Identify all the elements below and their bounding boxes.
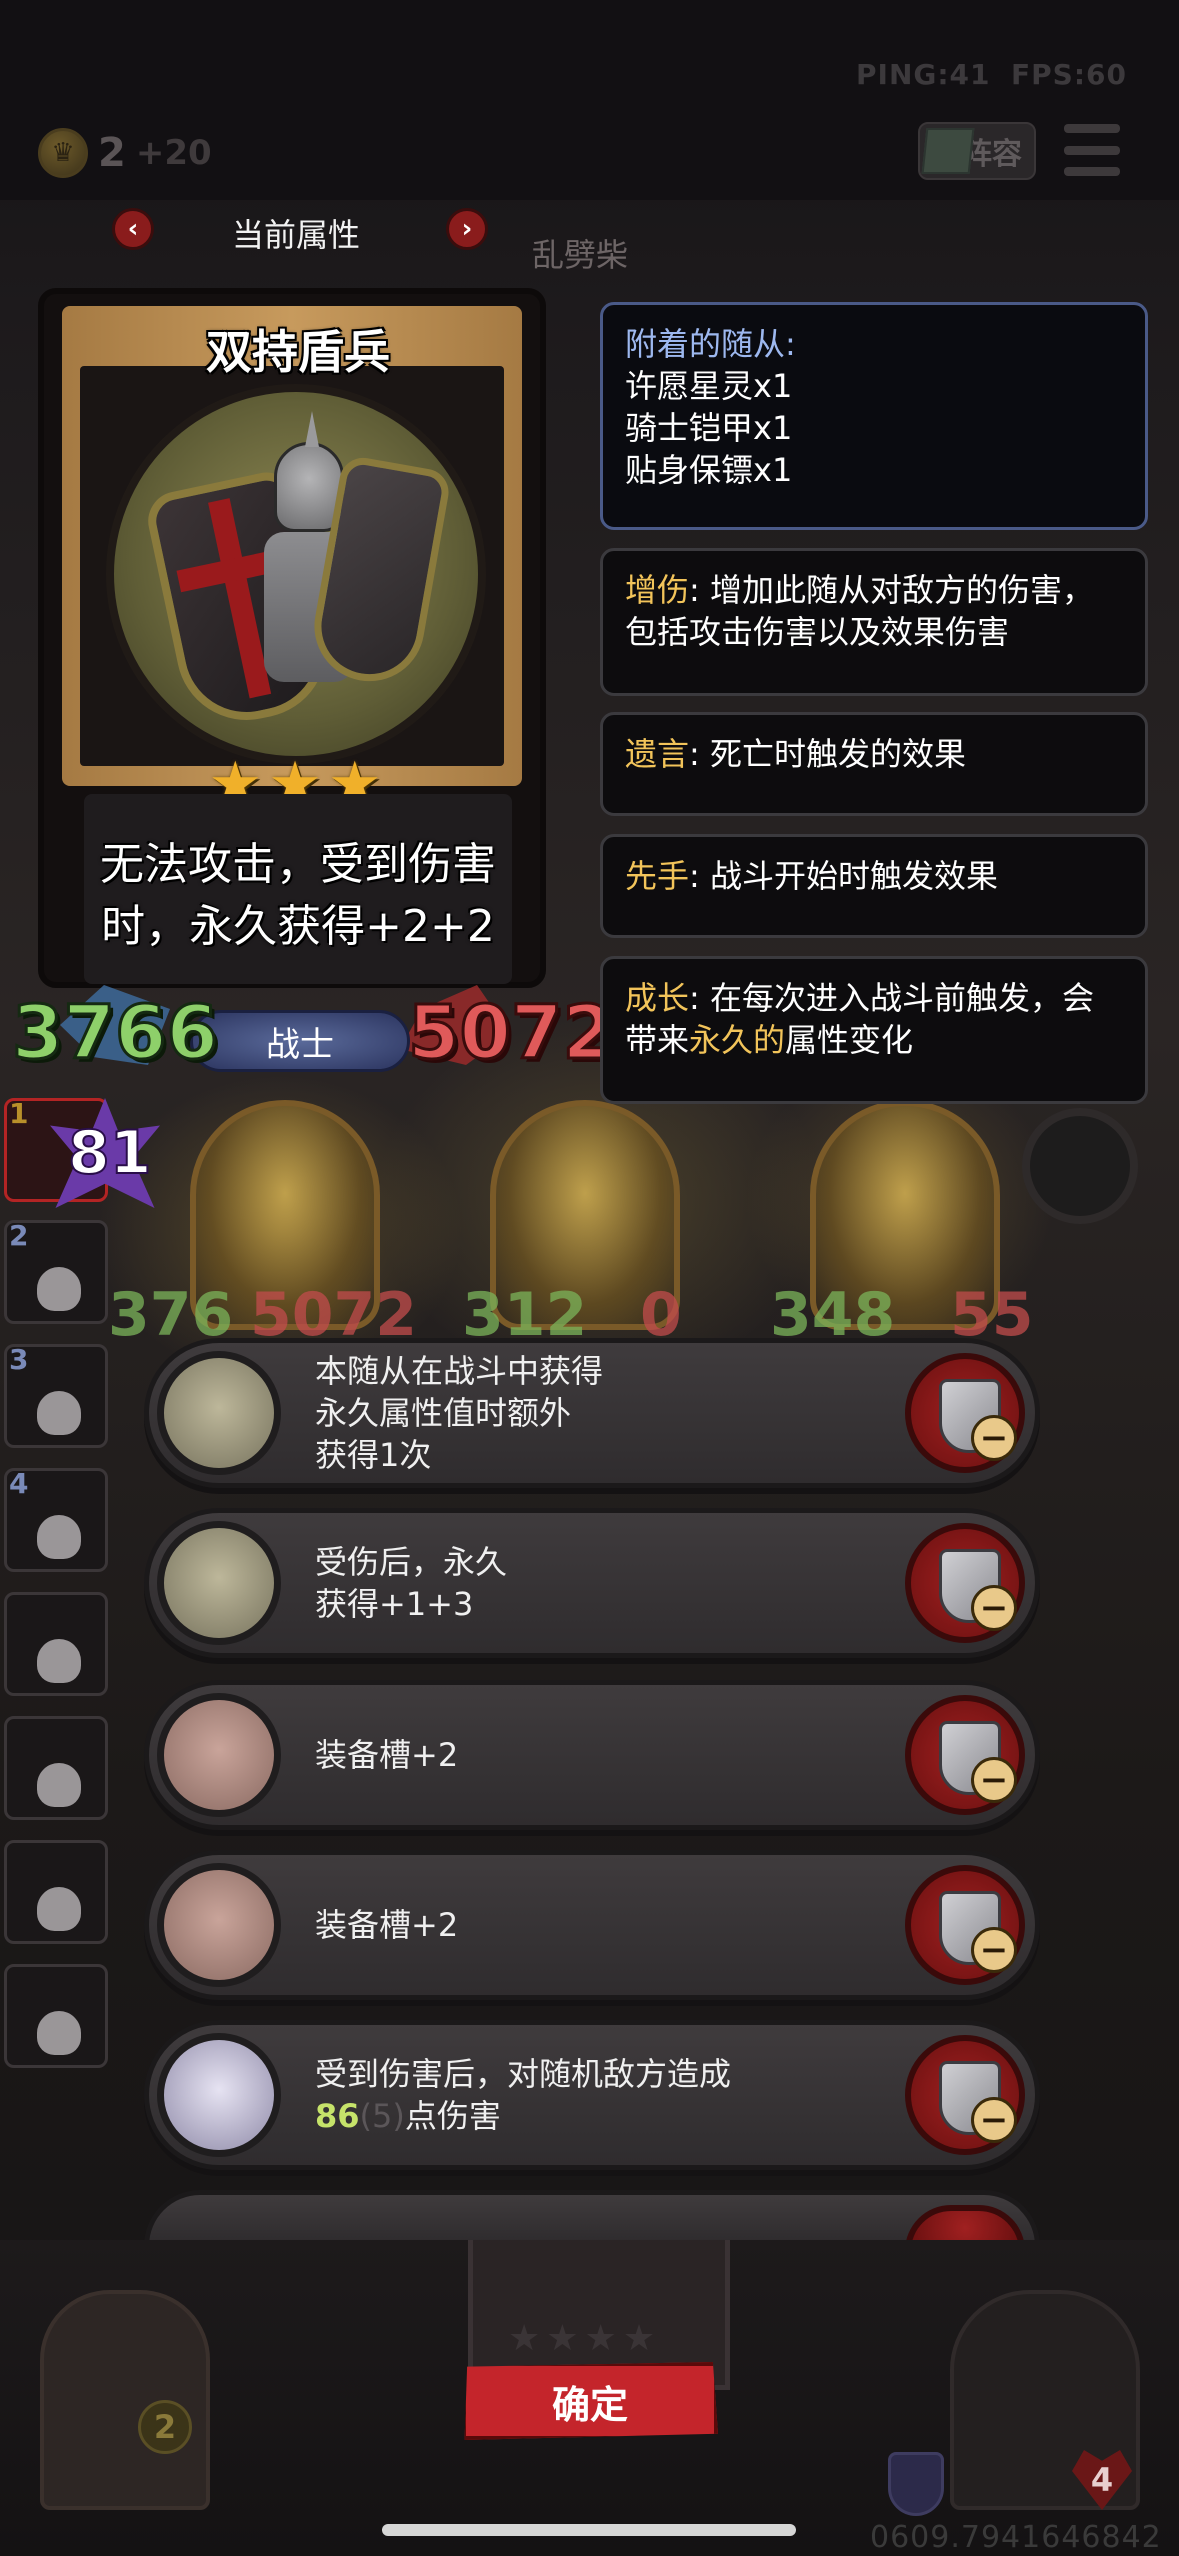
keyword-term: 增伤 (625, 571, 690, 609)
equipment-row[interactable]: 受伤后，永久 获得+1+3 − (144, 1508, 1040, 1658)
board-name-label: 乱劈柴 (532, 236, 629, 274)
attached-minions-panel: 附着的随从: 许愿星灵x1 骑士铠甲x1 贴身保镖x1 (600, 302, 1148, 530)
fps-readout: FPS:60 (1011, 58, 1127, 91)
equipment-description: 受伤后，永久 获得+1+3 (315, 1543, 508, 1623)
minus-icon: − (971, 2097, 1017, 2143)
equipment-description: 装备槽+2 (315, 1736, 459, 1774)
remove-equipment-button[interactable]: − (905, 1865, 1025, 1985)
skull-icon (37, 1391, 81, 1435)
damage-base: (5) (359, 2097, 405, 2135)
sidebar-slot[interactable] (4, 1964, 108, 2068)
currency-display: ♛ 2 +20 (38, 128, 212, 178)
session-id: 0609.7941646842 (870, 2520, 1162, 2555)
class-badge: 战士 (190, 1010, 410, 1072)
minus-icon: − (971, 1757, 1017, 1803)
sidebar-slot[interactable]: 2 (4, 1219, 108, 1324)
card-name: 双持盾兵 (206, 325, 390, 379)
skull-icon (37, 1267, 81, 1311)
skull-icon (37, 1887, 81, 1931)
health-stat: 5072 (407, 989, 616, 1078)
card-portrait (106, 384, 486, 764)
home-indicator[interactable] (382, 2524, 796, 2536)
properties-title: 当前属性 (232, 216, 361, 254)
menu-icon[interactable] (1064, 124, 1120, 176)
keyword-term: 成长 (625, 979, 690, 1017)
remove-equipment-button[interactable]: − (905, 1523, 1025, 1643)
equipment-description: 受到伤害后，对随机敌方造成 86(5)点伤害 (315, 2055, 732, 2135)
pig-sack-icon (157, 1693, 281, 1817)
equipment-row[interactable]: 本随从在战斗中获得 永久属性值时额外 获得1次 − (144, 1338, 1040, 1488)
attached-item: 骑士铠甲x1 (625, 409, 793, 447)
lineup-button[interactable]: 阵容 (918, 122, 1036, 180)
equipment-description: 装备槽+2 (315, 1906, 459, 1944)
remove-equipment-button[interactable]: − (905, 1353, 1025, 1473)
keyword-tooltip: 先手: 战斗开始时触发效果 (600, 834, 1148, 938)
remove-equipment-button[interactable]: − (905, 1695, 1025, 1815)
ping-readout: PING:41 (856, 58, 991, 91)
coin-amount: 2 (98, 130, 126, 176)
minion-card: 双持盾兵 ★★★ 无法攻击，受到伤害 时，永久获得+2+2 (38, 288, 546, 988)
attached-item: 贴身保镖x1 (625, 451, 793, 489)
sidebar-slot[interactable]: 3 (4, 1343, 108, 1448)
armor-icon (888, 2452, 944, 2516)
damage-value: 86 (315, 2097, 360, 2135)
skull-icon (37, 1515, 81, 1559)
minus-icon: − (971, 1415, 1017, 1461)
minus-icon: − (971, 1585, 1017, 1631)
crown-ring-icon (157, 1351, 281, 1475)
keyword-tooltip: 遗言: 死亡时触发的效果 (600, 712, 1148, 816)
candelabra-icon (157, 1521, 281, 1645)
skull-icon (37, 1639, 81, 1683)
equipment-description: 本随从在战斗中获得 永久属性值时额外 获得1次 (315, 1352, 604, 1474)
tier-value: 81 (67, 1117, 152, 1189)
keyword-tooltip: 成长: 在每次进入战斗前触发，会 带来永久的属性变化 (600, 956, 1148, 1104)
attack-stat: 3766 (11, 989, 220, 1078)
equipment-row[interactable]: 装备槽+2 − (144, 1850, 1040, 2000)
equipment-row[interactable]: 装备槽+2 − (144, 1680, 1040, 1830)
remove-equipment-button[interactable]: − (905, 2035, 1025, 2155)
keyword-term: 先手 (625, 857, 690, 895)
attached-title: 附着的随从: (625, 325, 796, 363)
skull-icon (37, 2011, 81, 2055)
equipment-row-partial[interactable] (144, 2190, 1040, 2251)
sidebar-slot[interactable]: 4 (4, 1467, 108, 1572)
sidebar-slot[interactable] (4, 1716, 108, 1820)
attached-item: 许愿星灵x1 (625, 367, 793, 405)
next-arrow-button[interactable]: › (446, 208, 488, 250)
card-description: 无法攻击，受到伤害 时，永久获得+2+2 (100, 839, 496, 952)
sidebar-slot[interactable] (4, 1840, 108, 1944)
crystal-icon (157, 2033, 281, 2157)
pig-sack-icon (157, 1863, 281, 1987)
confirm-button[interactable]: 确定 (464, 2362, 718, 2440)
minus-icon: − (971, 1927, 1017, 1973)
equipment-row[interactable]: 受到伤害后，对随机敌方造成 86(5)点伤害 − (144, 2020, 1040, 2170)
prev-arrow-button[interactable]: ‹ (112, 208, 154, 250)
skull-icon (37, 1763, 81, 1807)
book-icon (921, 128, 975, 174)
chest-count: 2 (138, 2400, 192, 2454)
coin-icon: ♛ (38, 128, 88, 178)
treasure-chest-icon[interactable] (40, 2290, 210, 2510)
keyword-tooltip: 增伤: 增加此随从对敌方的伤害， 包括攻击伤害以及效果伤害 (600, 548, 1148, 696)
keyword-term: 遗言 (625, 735, 690, 773)
sidebar-slot[interactable] (4, 1592, 108, 1696)
coin-income: +20 (135, 133, 212, 173)
ring-slot-button[interactable] (1022, 1108, 1138, 1224)
preview-stars: ★★★★ (508, 2318, 662, 2359)
